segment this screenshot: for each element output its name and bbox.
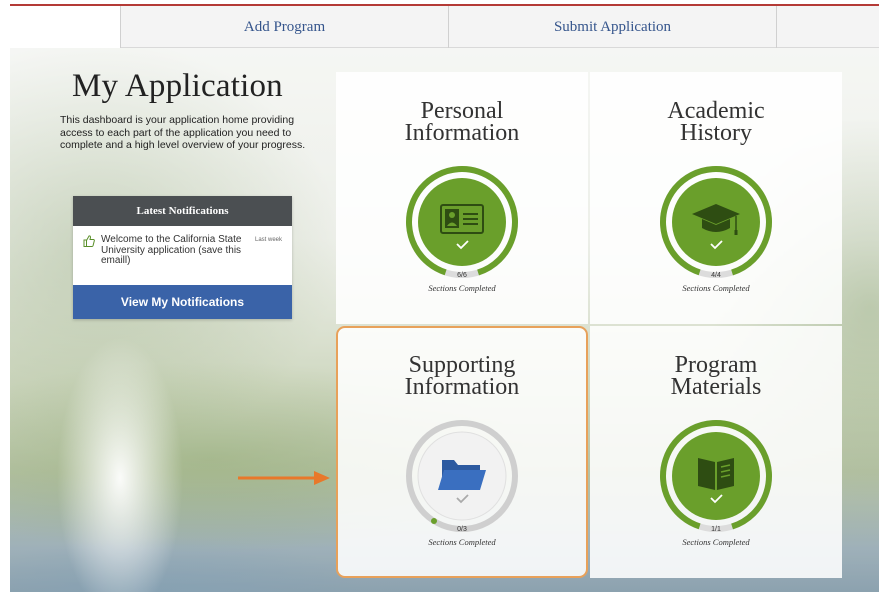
sections-completed-label: Sections Completed (682, 537, 750, 547)
nav-blank-slot (10, 6, 120, 48)
tile-academic-history[interactable]: Academic History 4/4 Sections Completed (590, 72, 842, 324)
progress-ring-center (418, 178, 506, 266)
tile-title-line2: Information (404, 120, 520, 146)
notifications-header: Latest Notifications (73, 196, 292, 226)
progress-start-dot (431, 518, 437, 524)
progress-ring (406, 420, 518, 532)
sections-completed-label: Sections Completed (682, 283, 750, 293)
sections-count: 6/6 (457, 272, 467, 279)
tile-title-line1: Personal (420, 98, 504, 124)
progress-ring (660, 166, 772, 278)
thumbs-up-icon (83, 235, 95, 248)
tile-title: Supporting Information (338, 352, 586, 400)
view-notifications-button[interactable]: View My Notifications (73, 285, 292, 319)
tile-title-line1: Supporting (408, 352, 516, 378)
sections-count: 0/3 (457, 526, 467, 533)
tile-title-line2: Materials (670, 374, 762, 400)
notification-date: Last week (254, 237, 282, 243)
tile-title-line2: History (680, 120, 752, 146)
sections-count: 1/1 (711, 526, 721, 533)
notifications-panel: Latest Notifications Welcome to the Cali… (73, 196, 292, 319)
add-program-tab[interactable]: Add Program (120, 6, 448, 48)
intro-text: This dashboard is your application home … (60, 114, 306, 151)
tile-program-materials[interactable]: Program Materials 1/1 Sections Completed (590, 326, 842, 578)
progress-ring-center (672, 432, 760, 520)
top-navigation: Add Program Submit Application (10, 4, 879, 48)
sections-completed-label: Sections Completed (428, 283, 496, 293)
tile-supporting-information[interactable]: Supporting Information 0/3 Sections Comp… (336, 326, 588, 578)
tile-title: Program Materials (590, 352, 842, 400)
orange-arrow-icon (238, 471, 330, 485)
submit-application-tab[interactable]: Submit Application (448, 6, 776, 48)
tile-title: Academic History (590, 98, 842, 146)
notification-item[interactable]: Welcome to the California State Universi… (73, 226, 292, 285)
progress-ring (660, 420, 772, 532)
sections-count: 4/4 (711, 272, 721, 279)
notification-text: Welcome to the California State Universi… (101, 234, 242, 266)
tile-title-line1: Academic (667, 98, 765, 124)
tile-title-line1: Program (674, 352, 758, 378)
progress-ring (406, 166, 518, 278)
page-title: My Application (72, 68, 283, 104)
nav-empty-slot (776, 6, 879, 48)
tile-title-line2: Information (404, 374, 520, 400)
tile-title: Personal Information (336, 98, 588, 146)
tile-personal-information[interactable]: Personal Information 6/6 Sections Comple… (336, 72, 588, 324)
sections-completed-label: Sections Completed (428, 537, 496, 547)
